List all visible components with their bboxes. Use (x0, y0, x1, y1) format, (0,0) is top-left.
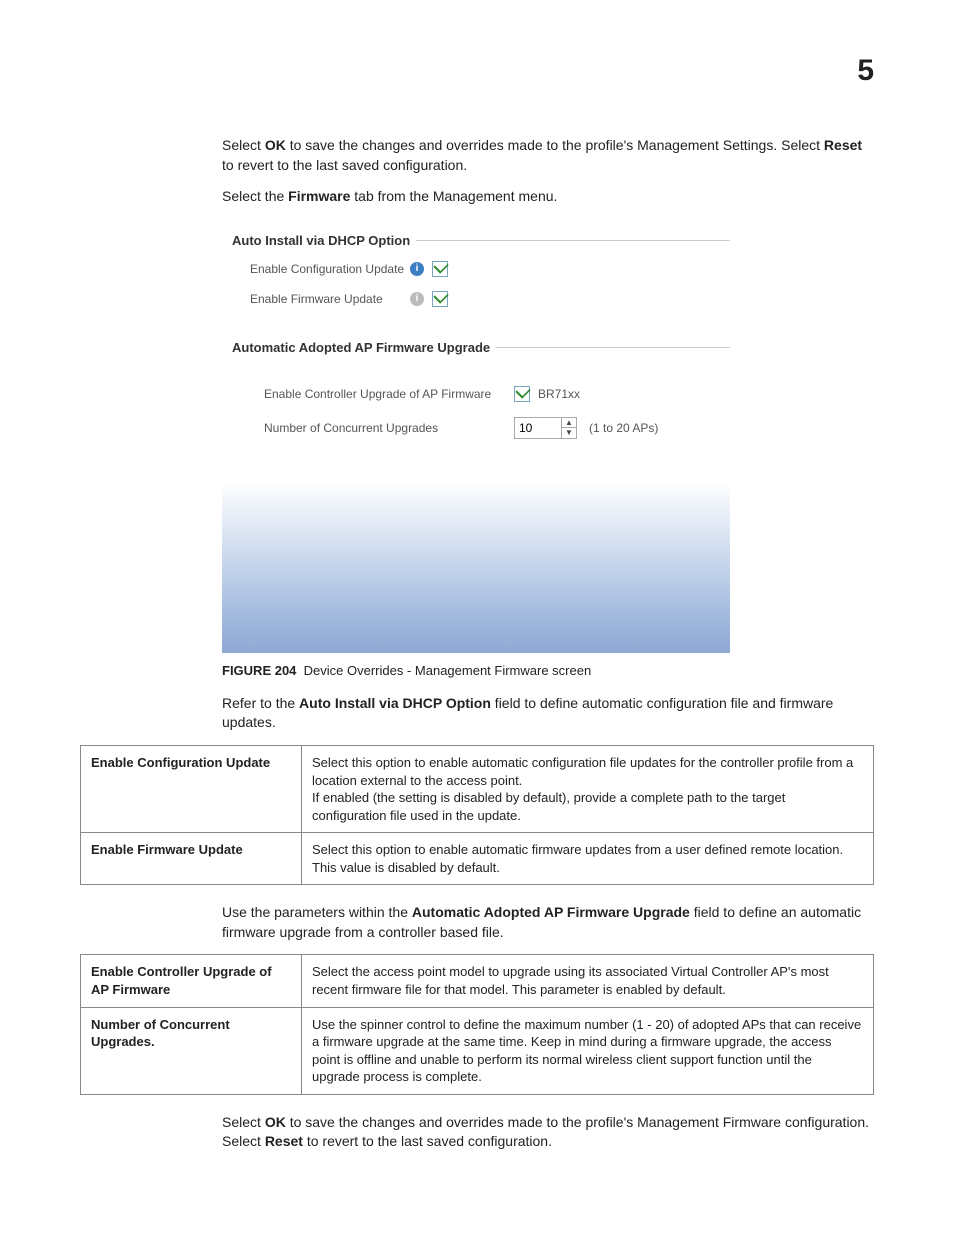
concurrent-upgrades-spinner[interactable]: ▲ ▼ (514, 417, 577, 439)
firmware-screenshot: Auto Install via DHCP Option Enable Conf… (222, 225, 730, 653)
figure-label: FIGURE 204 (222, 663, 296, 678)
checkbox-enable-config-update[interactable] (432, 261, 448, 277)
spinner-input[interactable] (515, 418, 561, 438)
info-icon[interactable]: i (410, 292, 424, 306)
checkbox-enable-controller-upgrade[interactable] (514, 386, 530, 402)
label-enable-config-update: Enable Configuration Update (250, 262, 410, 276)
horizontal-rule (416, 240, 730, 241)
row-enable-firmware-update: Enable Firmware Update i (250, 284, 730, 314)
spinner-hint: (1 to 20 APs) (589, 421, 658, 435)
cell-desc: Select this option to enable automatic f… (302, 833, 874, 885)
cell-desc: Select this option to enable automatic c… (302, 745, 874, 832)
ap-model-text: BR71xx (538, 387, 580, 401)
firmware-upgrade-table: Enable Controller Upgrade of AP Firmware… (80, 954, 874, 1094)
text: Use the parameters within the (222, 904, 412, 920)
row-enable-controller-upgrade: Enable Controller Upgrade of AP Firmware… (264, 377, 730, 411)
label-enable-firmware-update: Enable Firmware Update (250, 292, 410, 306)
text: Select the (222, 188, 288, 204)
figure-caption-text: Device Overrides - Management Firmware s… (304, 663, 592, 678)
ok-bold: OK (265, 1114, 286, 1130)
reset-bold: Reset (824, 137, 862, 153)
row-enable-config-update: Enable Configuration Update i (250, 254, 730, 284)
text: to revert to the last saved configuratio… (303, 1133, 552, 1149)
outro-paragraph: Select OK to save the changes and overri… (222, 1113, 874, 1152)
group-auto-install-title: Auto Install via DHCP Option (222, 225, 730, 248)
cell-desc: Use the spinner control to define the ma… (302, 1007, 874, 1094)
cell-desc: Select the access point model to upgrade… (302, 955, 874, 1007)
checkbox-enable-firmware-update[interactable] (432, 291, 448, 307)
cell-label: Enable Firmware Update (81, 833, 302, 885)
text: Select (222, 137, 265, 153)
page-number: 5 (857, 54, 874, 88)
firmware-bold: Firmware (288, 188, 350, 204)
horizontal-rule (496, 347, 730, 348)
cell-label: Enable Configuration Update (81, 745, 302, 832)
text: Select (222, 1114, 265, 1130)
cell-label: Enable Controller Upgrade of AP Firmware (81, 955, 302, 1007)
group-title-text: Automatic Adopted AP Firmware Upgrade (232, 340, 490, 355)
label-enable-controller-upgrade: Enable Controller Upgrade of AP Firmware (264, 387, 514, 401)
intro-paragraph-2: Select the Firmware tab from the Managem… (222, 187, 874, 207)
ok-bold: OK (265, 137, 286, 153)
intro-paragraph-1: Select OK to save the changes and overri… (222, 136, 874, 175)
mid2-paragraph: Use the parameters within the Automatic … (222, 903, 874, 942)
group-auto-adopted-title: Automatic Adopted AP Firmware Upgrade (222, 332, 730, 355)
text: to save the changes and overrides made t… (286, 137, 824, 153)
table-row: Enable Configuration Update Select this … (81, 745, 874, 832)
text: tab from the Management menu. (350, 188, 557, 204)
group-title-text: Auto Install via DHCP Option (232, 233, 410, 248)
table-row: Enable Firmware Update Select this optio… (81, 833, 874, 885)
bold: Auto Install via DHCP Option (299, 695, 491, 711)
text: to revert to the last saved configuratio… (222, 157, 467, 173)
mid-paragraph: Refer to the Auto Install via DHCP Optio… (222, 694, 874, 733)
spinner-down-icon[interactable]: ▼ (562, 428, 576, 438)
label-concurrent-upgrades: Number of Concurrent Upgrades (264, 421, 514, 435)
text: Refer to the (222, 695, 299, 711)
info-icon[interactable]: i (410, 262, 424, 276)
table-row: Enable Controller Upgrade of AP Firmware… (81, 955, 874, 1007)
reset-bold: Reset (265, 1133, 303, 1149)
spinner-up-icon[interactable]: ▲ (562, 418, 576, 429)
dhcp-option-table: Enable Configuration Update Select this … (80, 745, 874, 885)
bold: Automatic Adopted AP Firmware Upgrade (412, 904, 690, 920)
figure-caption: FIGURE 204 Device Overrides - Management… (222, 663, 874, 678)
table-row: Number of Concurrent Upgrades. Use the s… (81, 1007, 874, 1094)
row-concurrent-upgrades: Number of Concurrent Upgrades ▲ ▼ (1 to … (264, 411, 730, 445)
cell-label: Number of Concurrent Upgrades. (81, 1007, 302, 1094)
